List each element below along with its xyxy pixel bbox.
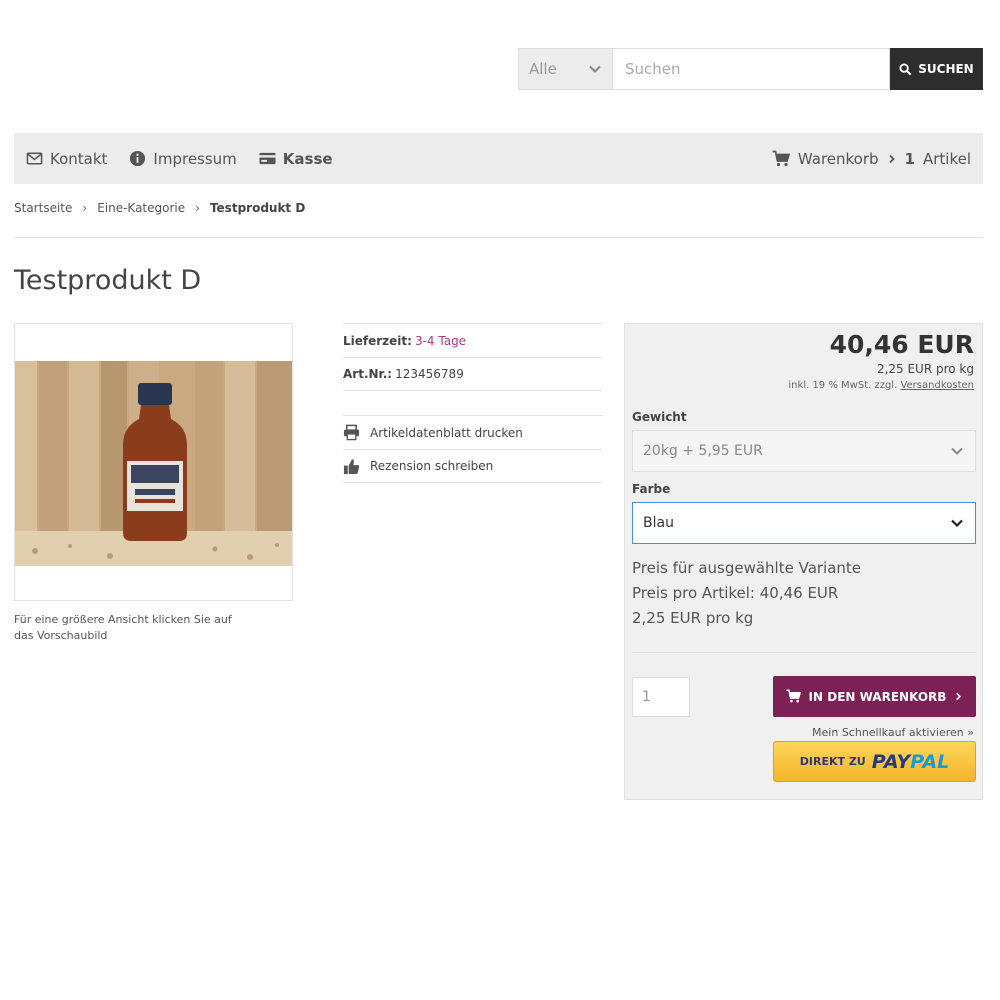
paypal-logo-pal: PAL xyxy=(910,750,950,773)
product-image-box[interactable] xyxy=(14,323,293,601)
breadcrumb-category[interactable]: Eine-Kategorie xyxy=(97,201,185,215)
quantity-input[interactable] xyxy=(632,677,690,717)
breadcrumb-home[interactable]: Startseite xyxy=(14,201,72,215)
add-to-cart-label: IN DEN WARENKORB xyxy=(808,689,947,704)
credit-card-icon xyxy=(259,152,276,165)
shopping-cart-icon xyxy=(772,150,790,166)
paypal-logo: PAYPAL xyxy=(872,751,949,773)
color-select[interactable]: Blau xyxy=(632,502,976,544)
delivery-value: 3-4 Tage xyxy=(414,333,467,348)
search-icon xyxy=(899,62,912,75)
chevron-right-icon xyxy=(956,692,962,701)
product-image[interactable] xyxy=(15,361,292,566)
envelope-icon xyxy=(26,152,43,165)
print-datasheet-label: Artikeldatenblatt drucken xyxy=(370,425,523,440)
info-icon xyxy=(130,150,146,167)
chevron-down-icon xyxy=(951,519,963,528)
search-category-select[interactable]: Alle xyxy=(518,48,612,90)
nav-checkout[interactable]: Kasse xyxy=(259,150,333,168)
product-info: Lieferzeit: 3-4 Tage Art.Nr.: 123456789 … xyxy=(343,323,602,483)
cart-count: 1 xyxy=(904,149,915,168)
chevron-down-icon xyxy=(589,65,601,73)
nav-imprint[interactable]: Impressum xyxy=(129,149,237,168)
search-button[interactable]: SUCHEN xyxy=(890,48,983,90)
variant-info: Preis für ausgewählte Variante Preis pro… xyxy=(632,556,861,631)
paypal-logo-pay: PAY xyxy=(871,750,911,773)
sku-label: Art.Nr.: xyxy=(343,367,393,381)
sku-row: Art.Nr.: 123456789 xyxy=(343,357,602,391)
paypal-button[interactable]: DIREKT ZU PAYPAL xyxy=(773,741,976,782)
image-caption: Für eine größere Ansicht klicken Sie auf… xyxy=(14,613,232,642)
unit-price: 2,25 EUR pro kg xyxy=(876,362,974,376)
color-value: Blau xyxy=(643,515,674,531)
review-row: Rezension schreiben xyxy=(343,449,602,483)
cart-label: Warenkorb xyxy=(797,149,879,168)
quick-buy-link[interactable]: Mein Schnellkauf aktivieren » xyxy=(812,726,974,739)
variant-line: Preis für ausgewählte Variante xyxy=(632,559,862,577)
divider xyxy=(632,652,976,653)
breadcrumb-separator-icon: › xyxy=(82,201,88,215)
print-row: Artikeldatenblatt drucken xyxy=(343,415,602,449)
search-input[interactable] xyxy=(612,48,890,90)
weight-value: 20kg + 5,95 EUR xyxy=(643,443,763,459)
nav-contact[interactable]: Kontakt xyxy=(26,150,107,168)
write-review-label: Rezension schreiben xyxy=(370,459,494,473)
shipping-costs-link[interactable]: Versandkosten xyxy=(900,380,974,391)
write-review-link[interactable]: Rezension schreiben xyxy=(343,458,493,475)
nav-checkout-label: Kasse xyxy=(282,149,333,168)
search-bar: Alle SUCHEN xyxy=(518,48,983,90)
delivery-row: Lieferzeit: 3-4 Tage xyxy=(343,323,602,357)
weight-label: Gewicht xyxy=(632,410,687,424)
print-datasheet-link[interactable]: Artikeldatenblatt drucken xyxy=(343,424,523,441)
tax-text: inkl. 19 % MwSt. zzgl. xyxy=(788,380,898,391)
price: 40,46 EUR xyxy=(829,330,974,359)
add-to-cart-button[interactable]: IN DEN WARENKORB xyxy=(773,676,976,717)
sku-value: 123456789 xyxy=(395,367,464,381)
page-title: Testprodukt D xyxy=(14,265,202,296)
search-category-value: Alle xyxy=(529,60,557,78)
chevron-down-icon xyxy=(951,447,963,455)
breadcrumb-separator-icon: › xyxy=(195,201,200,215)
shopping-cart-icon xyxy=(785,689,801,703)
breadcrumb: Startseite › Eine-Kategorie › Testproduk… xyxy=(14,201,305,215)
search-button-label: SUCHEN xyxy=(918,62,974,76)
weight-select[interactable]: 20kg + 5,95 EUR xyxy=(632,430,976,472)
nav-imprint-label: Impressum xyxy=(153,149,237,168)
color-label: Farbe xyxy=(632,482,671,496)
top-nav: Kontakt Impressum Kasse Warenkorb 1 Arti… xyxy=(14,133,983,184)
variant-line: 2,25 EUR pro kg xyxy=(632,609,754,627)
chevron-right-icon xyxy=(888,154,895,163)
breadcrumb-current: Testprodukt D xyxy=(209,201,306,215)
tax-info: inkl. 19 % MwSt. zzgl. Versandkosten xyxy=(788,380,974,391)
cart-unit: Artikel xyxy=(922,149,971,168)
printer-icon xyxy=(343,424,360,441)
buy-box: 40,46 EUR 2,25 EUR pro kg inkl. 19 % MwS… xyxy=(624,323,983,800)
delivery-label: Lieferzeit: xyxy=(343,333,412,348)
divider xyxy=(14,237,983,238)
paypal-prefix: DIREKT ZU xyxy=(799,755,866,768)
thumbs-up-icon xyxy=(343,458,360,474)
variant-line: Preis pro Artikel: 40,46 EUR xyxy=(632,584,839,602)
nav-contact-label: Kontakt xyxy=(50,149,108,168)
nav-cart[interactable]: Warenkorb 1 Artikel xyxy=(772,150,971,168)
